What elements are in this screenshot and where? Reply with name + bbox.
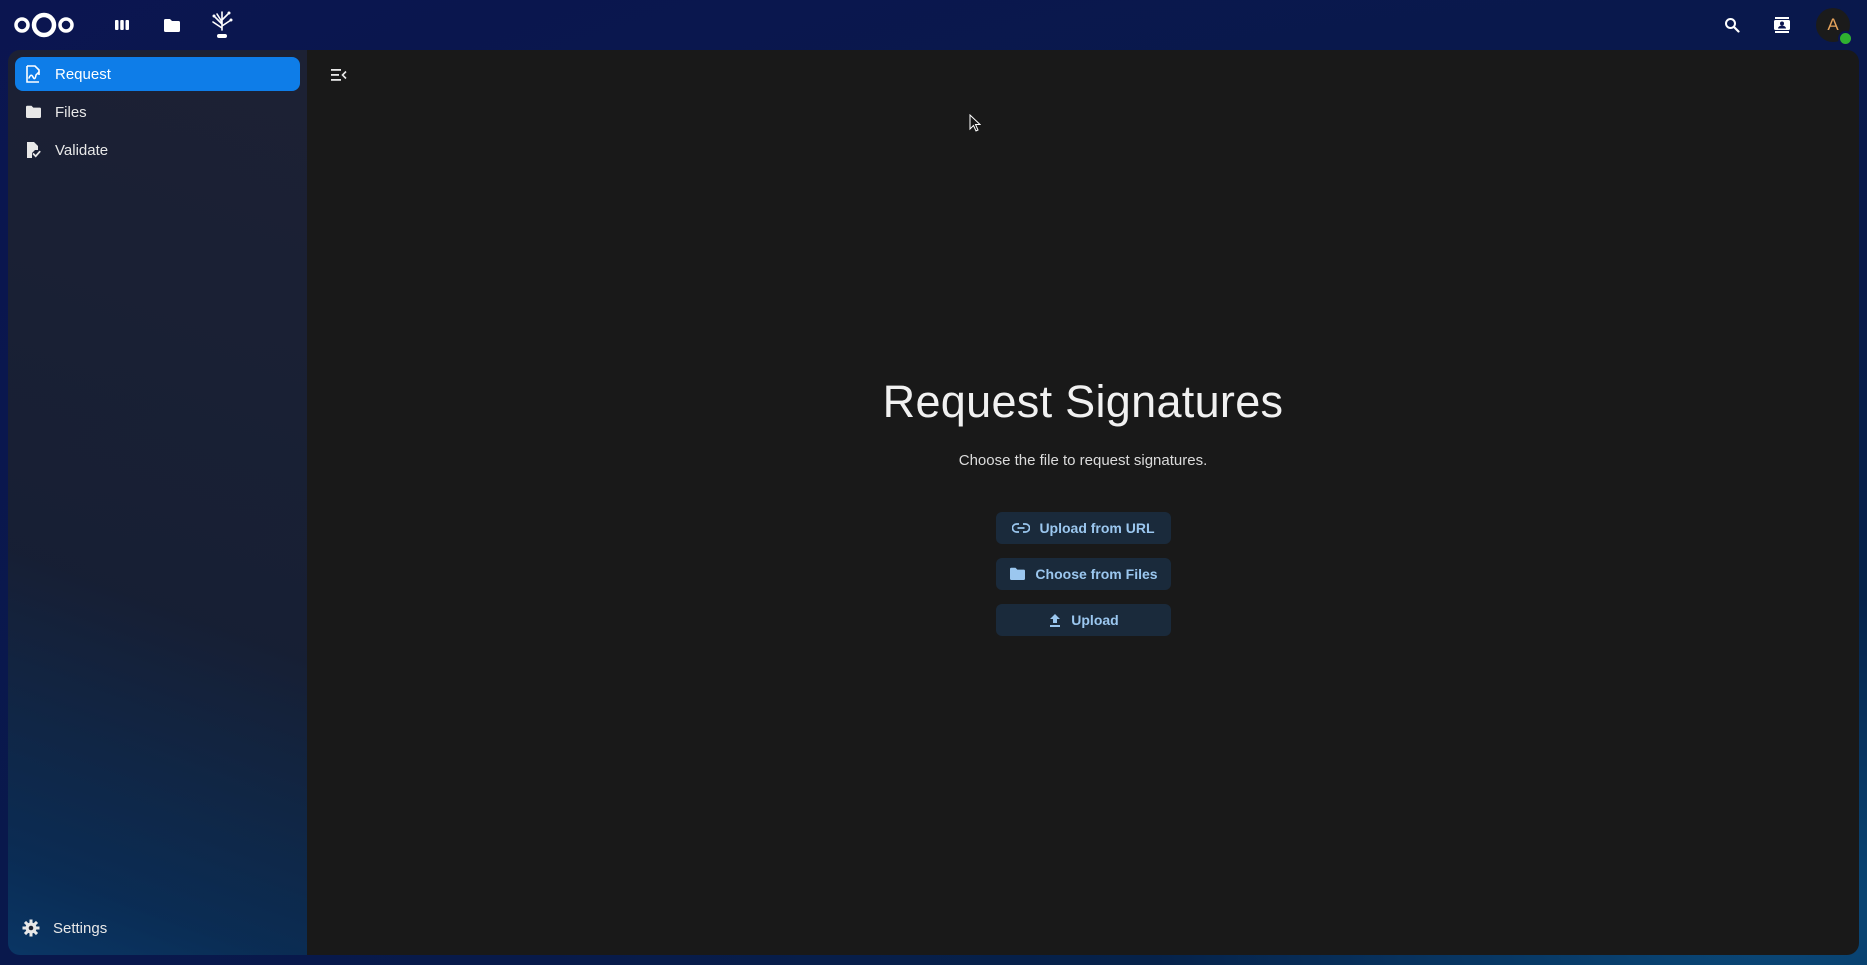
- app-navigation: Request Files Validate Settings: [8, 50, 307, 955]
- button-label: Upload from URL: [1039, 520, 1155, 536]
- mouse-pointer-icon: [969, 113, 982, 137]
- nav-item-validate[interactable]: Validate: [15, 133, 300, 167]
- top-header: A: [0, 0, 1867, 50]
- nav-item-label: Files: [55, 103, 87, 121]
- file-check-icon: [24, 141, 42, 159]
- upload-icon: [1050, 613, 1061, 627]
- choose-from-files-button[interactable]: Choose from Files: [996, 558, 1171, 590]
- upload-from-url-button[interactable]: Upload from URL: [996, 512, 1171, 544]
- menu-collapse-icon: [331, 69, 347, 81]
- folder-icon: [1010, 567, 1026, 580]
- nextcloud-logo-icon[interactable]: [12, 10, 76, 40]
- nav-item-label: Validate: [55, 141, 109, 159]
- button-label: Upload: [1071, 612, 1119, 628]
- nav-item-request[interactable]: Request: [15, 57, 300, 91]
- navigation-toggle-button[interactable]: [321, 62, 357, 88]
- page-title: Request Signatures: [882, 376, 1284, 427]
- nav-item-files[interactable]: Files: [15, 95, 300, 129]
- nav-item-label: Request: [55, 65, 111, 83]
- libresign-icon[interactable]: [208, 11, 236, 38]
- contacts-icon[interactable]: [1767, 10, 1797, 40]
- app-content: Request Signatures Choose the file to re…: [307, 50, 1859, 955]
- settings-label: Settings: [53, 919, 108, 937]
- signature-icon: [24, 65, 42, 83]
- settings-button[interactable]: Settings: [22, 919, 107, 937]
- page-subtitle: Choose the file to request signatures.: [958, 452, 1208, 469]
- files-app-icon[interactable]: [158, 12, 186, 38]
- online-status-badge: [1838, 31, 1853, 46]
- dashboard-icon[interactable]: [108, 12, 136, 38]
- search-icon[interactable]: [1717, 10, 1747, 40]
- button-label: Choose from Files: [1035, 566, 1158, 582]
- upload-button[interactable]: Upload: [996, 604, 1171, 636]
- avatar-initial: A: [1827, 15, 1839, 34]
- folder-icon: [24, 103, 42, 121]
- gear-icon: [22, 919, 40, 937]
- link-icon: [1012, 523, 1031, 533]
